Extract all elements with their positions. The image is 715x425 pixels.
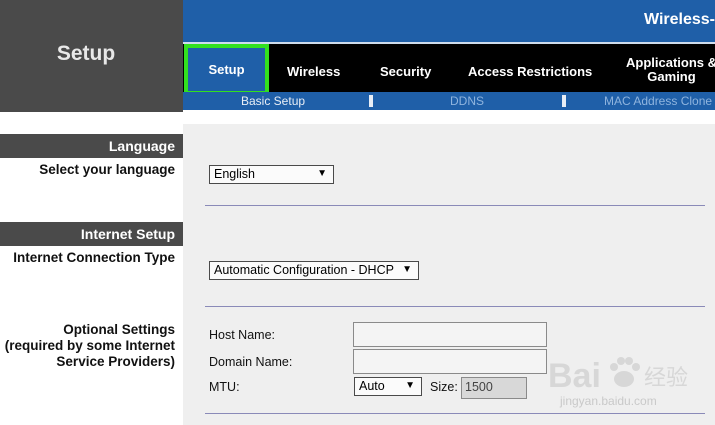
mtu-size-input[interactable]: 1500	[461, 377, 527, 399]
dropdown-arrow-icon: ▼	[405, 380, 415, 391]
subtab-separator	[369, 95, 373, 107]
subtab-basic-setup[interactable]: Basic Setup	[241, 94, 305, 108]
tab-access-restrictions[interactable]: Access Restrictions	[468, 64, 592, 79]
tab-apps-label-line2: Gaming	[647, 69, 696, 84]
mtu-size-label: Size:	[430, 380, 458, 394]
dropdown-arrow-icon: ▼	[317, 168, 327, 179]
optional-label-line3: Service Providers)	[56, 354, 175, 369]
domain-name-input[interactable]	[353, 349, 547, 374]
domain-name-label: Domain Name:	[209, 355, 293, 369]
section-divider	[205, 205, 705, 206]
host-name-label: Host Name:	[209, 328, 275, 342]
optional-settings-label: Optional Settings (required by some Inte…	[5, 322, 175, 370]
language-section-title: Language	[0, 134, 183, 158]
tab-setup-label: Setup	[208, 62, 245, 77]
connection-type-label: Internet Connection Type	[13, 250, 175, 265]
tab-setup[interactable]: Setup	[184, 44, 269, 95]
watermark-brand-suffix: 经验	[644, 366, 688, 391]
language-select[interactable]: English ▼	[209, 165, 334, 184]
watermark-brand: Bai	[548, 357, 601, 395]
connection-type-select[interactable]: Automatic Configuration - DHCP ▼	[209, 261, 419, 280]
top-banner	[183, 0, 715, 44]
tab-wireless[interactable]: Wireless	[287, 64, 340, 79]
host-name-input[interactable]	[353, 322, 547, 347]
language-select-value: English	[214, 167, 255, 181]
optional-label-line2: (required by some Internet	[4, 338, 175, 353]
internet-setup-section-title: Internet Setup	[0, 222, 183, 246]
dropdown-arrow-icon: ▼	[402, 264, 412, 275]
connection-type-value: Automatic Configuration - DHCP	[214, 263, 394, 277]
section-divider	[205, 306, 705, 307]
tab-security[interactable]: Security	[380, 64, 431, 79]
select-language-label: Select your language	[39, 162, 175, 177]
mtu-select[interactable]: Auto ▼	[354, 377, 422, 396]
paw-icon	[610, 357, 640, 387]
subtab-ddns[interactable]: DDNS	[450, 94, 484, 108]
section-title: Setup	[56, 42, 116, 65]
tab-applications-gaming[interactable]: Applications & Gaming	[626, 56, 715, 84]
subtab-mac-address-clone[interactable]: MAC Address Clone	[604, 94, 712, 108]
optional-label-line1: Optional Settings	[63, 322, 175, 337]
banner-title: Wireless-	[644, 11, 715, 28]
subtab-separator	[562, 95, 566, 107]
watermark-url: jingyan.baidu.com	[560, 394, 657, 408]
mtu-select-value: Auto	[359, 379, 385, 393]
mtu-label: MTU:	[209, 380, 240, 394]
tab-apps-label-line1: Applications &	[626, 55, 715, 70]
